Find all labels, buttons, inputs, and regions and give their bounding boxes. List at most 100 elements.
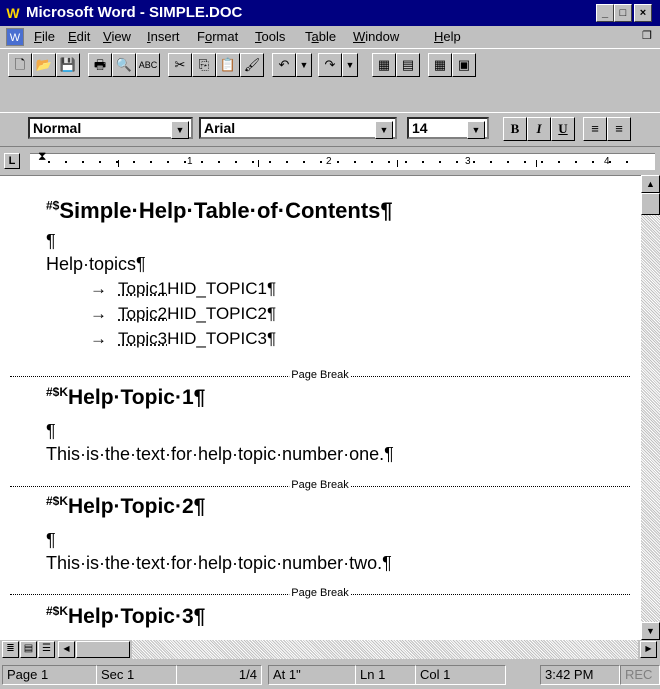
- insert-frame-icon[interactable]: ▦: [372, 53, 396, 77]
- ruler-dot: [405, 161, 407, 163]
- ruler-dot: [626, 161, 628, 163]
- indent-marker-icon[interactable]: ⧗: [38, 149, 46, 164]
- ruler-dot: [99, 161, 101, 163]
- ruler-dot: [354, 161, 356, 163]
- font-value: Arial: [204, 120, 236, 136]
- list-item[interactable]: → Topic2HID_TOPIC2¶: [90, 304, 276, 324]
- font-select[interactable]: Arial ▼: [199, 117, 397, 139]
- paste-icon[interactable]: 📋: [216, 53, 240, 77]
- ruler-dot: [507, 161, 509, 163]
- ruler-dot: [337, 161, 339, 163]
- italic-button[interactable]: I: [527, 117, 551, 141]
- menu-insert[interactable]: Insert: [147, 29, 180, 44]
- doc-heading[interactable]: #$Simple·Help·Table·of·Contents¶: [46, 198, 393, 224]
- ruler-dot: [558, 161, 560, 163]
- empty-paragraph[interactable]: ¶: [46, 421, 56, 442]
- scroll-up-icon[interactable]: ▲: [641, 175, 660, 193]
- vertical-scrollbar[interactable]: ▲ ▼: [641, 175, 660, 640]
- topic-link[interactable]: Topic2: [118, 304, 167, 323]
- ruler-number: 2: [326, 156, 332, 167]
- ruler: L ⧗ 1 2 3 4: [0, 146, 660, 175]
- maximize-button[interactable]: □: [614, 4, 632, 22]
- section-title[interactable]: #$KHelp·Topic·1¶: [46, 385, 205, 410]
- menu-tools[interactable]: Tools: [255, 29, 285, 44]
- insert-excel-icon[interactable]: ▣: [452, 53, 476, 77]
- undo-icon[interactable]: ↶: [272, 53, 296, 77]
- menu-edit[interactable]: Edit: [68, 29, 90, 44]
- restore-document-icon[interactable]: ❐: [642, 29, 652, 42]
- font-size-select[interactable]: 14 ▼: [407, 117, 489, 139]
- align-center-icon[interactable]: ≡: [607, 117, 631, 141]
- undo-dropdown-icon[interactable]: ▼: [296, 53, 312, 77]
- status-rec[interactable]: REC: [620, 665, 660, 685]
- tab-selector[interactable]: L: [4, 153, 20, 169]
- chevron-down-icon[interactable]: ▼: [467, 121, 485, 139]
- minimize-button[interactable]: _: [596, 4, 614, 22]
- scroll-right-icon[interactable]: ▶: [640, 641, 657, 658]
- underline-button[interactable]: U: [551, 117, 575, 141]
- title-bar[interactable]: W Microsoft Word - SIMPLE.DOC _ □ ×: [0, 0, 660, 26]
- hscroll-track[interactable]: [132, 640, 638, 659]
- status-pages: 1/4: [177, 665, 262, 685]
- chevron-down-icon[interactable]: ▼: [171, 121, 189, 139]
- save-icon[interactable]: 💾: [56, 53, 80, 77]
- menu-table[interactable]: Table: [305, 29, 336, 44]
- ruler-dot: [133, 161, 135, 163]
- print-preview-icon[interactable]: 🔍: [112, 53, 136, 77]
- scroll-thumb[interactable]: [641, 193, 660, 215]
- ruler-dot: [235, 161, 237, 163]
- insert-table-icon[interactable]: ▦: [428, 53, 452, 77]
- word-app-icon[interactable]: W: [4, 4, 22, 22]
- topic-link[interactable]: Topic3: [118, 329, 167, 348]
- redo-icon[interactable]: ↷: [318, 53, 342, 77]
- ruler-dot: [150, 161, 152, 163]
- menu-file[interactable]: File: [34, 29, 55, 44]
- list-item[interactable]: → Topic1HID_TOPIC1¶: [90, 279, 276, 299]
- section-body[interactable]: This·is·the·text·for·help·topic·number·o…: [46, 444, 394, 465]
- spelling-icon[interactable]: ABC: [136, 53, 160, 77]
- chevron-down-icon[interactable]: ▼: [375, 121, 393, 139]
- scroll-left-icon[interactable]: ◀: [58, 641, 75, 658]
- open-icon[interactable]: 📂: [32, 53, 56, 77]
- status-bar: Page 1 Sec 1 1/4 At 1" Ln 1 Col 1 3:42 P…: [0, 661, 660, 689]
- cut-icon[interactable]: ✂: [168, 53, 192, 77]
- list-item[interactable]: → Topic3HID_TOPIC3¶: [90, 329, 276, 349]
- ruler-strip[interactable]: [30, 153, 655, 170]
- print-icon[interactable]: 🖶: [88, 53, 112, 77]
- bold-button[interactable]: B: [503, 117, 527, 141]
- empty-paragraph[interactable]: ¶: [46, 231, 56, 252]
- menu-view[interactable]: View: [103, 29, 131, 44]
- document-control-icon[interactable]: W: [6, 28, 24, 46]
- redo-dropdown-icon[interactable]: ▼: [342, 53, 358, 77]
- section-title[interactable]: #$KHelp·Topic·3¶: [46, 604, 205, 629]
- horizontal-scrollbar[interactable]: ≣ ▤ ☰ ◀ ▶: [0, 640, 660, 659]
- menu-window[interactable]: Window: [353, 29, 399, 44]
- status-col: Col 1: [416, 665, 506, 685]
- topic-id: HID_TOPIC3¶: [167, 329, 277, 348]
- menu-format[interactable]: Format: [197, 29, 238, 44]
- align-left-icon[interactable]: ≡: [583, 117, 607, 141]
- status-page: Page 1: [2, 665, 97, 685]
- topic-link[interactable]: Topic1: [118, 279, 167, 298]
- style-value: Normal: [33, 120, 82, 136]
- scroll-down-icon[interactable]: ▼: [641, 622, 660, 640]
- format-painter-icon[interactable]: 🖌: [240, 53, 264, 77]
- new-icon[interactable]: 🗋: [8, 53, 32, 77]
- section-body[interactable]: This·is·the·text·for·help·topic·number·t…: [46, 553, 392, 574]
- copy-icon[interactable]: ⎘: [192, 53, 216, 77]
- ruler-dot: [473, 161, 475, 163]
- section-title[interactable]: #$KHelp·Topic·2¶: [46, 494, 205, 519]
- help-topics-label[interactable]: Help·topics¶: [46, 254, 146, 275]
- page-layout-view-icon[interactable]: ▤: [20, 641, 37, 658]
- empty-paragraph[interactable]: ¶: [46, 530, 56, 551]
- close-button[interactable]: ×: [634, 4, 652, 22]
- menu-help[interactable]: Help: [434, 29, 461, 44]
- hscroll-thumb[interactable]: [76, 641, 130, 658]
- page-break-label: Page Break: [289, 369, 351, 381]
- outline-view-icon[interactable]: ☰: [38, 641, 55, 658]
- style-select[interactable]: Normal ▼: [28, 117, 193, 139]
- document-area[interactable]: #$Simple·Help·Table·of·Contents¶ ¶ Help·…: [0, 175, 641, 641]
- normal-view-icon[interactable]: ≣: [2, 641, 19, 658]
- toolbar-icon[interactable]: ▤: [396, 53, 420, 77]
- ruler-dot: [371, 161, 373, 163]
